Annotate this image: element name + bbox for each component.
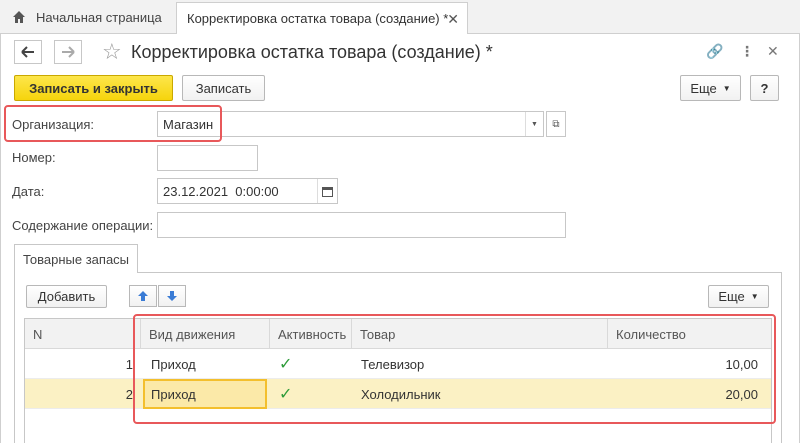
more-button[interactable]: Еще ▼	[680, 75, 741, 101]
close-icon[interactable]: ✕	[447, 11, 459, 28]
highlight-box-table	[133, 314, 776, 424]
dropdown-icon[interactable]: ▼	[525, 112, 543, 136]
page-title: Корректировка остатка товара (создание) …	[131, 42, 493, 62]
chevron-down-icon: ▼	[750, 292, 759, 301]
more-vertical-icon[interactable]: ⋮	[740, 43, 754, 60]
tab-home[interactable]: Начальная страница	[0, 0, 172, 34]
number-field[interactable]	[157, 145, 258, 171]
number-label: Номер:	[12, 150, 56, 165]
row-number: 2	[125, 386, 133, 402]
row-number: 1	[125, 356, 133, 372]
tab-document[interactable]: Корректировка остатка товара (создание) …	[176, 2, 468, 34]
highlight-box-org	[4, 105, 222, 142]
tab-document-label: Корректировка остатка товара (создание) …	[187, 11, 449, 26]
tab-goods-stock[interactable]: Товарные запасы	[14, 244, 138, 273]
column-header-n[interactable]: N	[25, 319, 141, 349]
save-button[interactable]: Записать	[182, 75, 265, 101]
tab-home-label: Начальная страница	[36, 9, 162, 25]
home-icon	[13, 11, 25, 23]
tab-bar: Начальная страница Корректировка остатка…	[0, 0, 800, 34]
content-field[interactable]	[157, 212, 566, 238]
back-button[interactable]	[14, 40, 42, 64]
open-org-button[interactable]: ⧉	[546, 111, 566, 137]
arrow-right-icon	[62, 46, 75, 58]
arrow-down-icon	[167, 291, 177, 301]
star-icon[interactable]: ☆	[102, 40, 122, 64]
save-and-close-button[interactable]: Записать и закрыть	[14, 75, 173, 101]
table-more-label: Еще	[718, 289, 745, 304]
add-button[interactable]: Добавить	[26, 285, 107, 308]
help-button[interactable]: ?	[750, 75, 779, 101]
close-icon[interactable]: ✕	[767, 43, 779, 60]
forward-button[interactable]	[54, 40, 82, 64]
arrow-up-icon	[138, 291, 148, 301]
calendar-icon[interactable]	[317, 179, 337, 203]
table-more-button[interactable]: Еще ▼	[708, 285, 769, 308]
move-up-button[interactable]	[129, 285, 157, 307]
date-value: 23.12.2021 0:00:00	[163, 183, 279, 199]
link-icon[interactable]: 🔗	[706, 43, 723, 60]
date-label: Дата:	[12, 184, 45, 199]
date-field[interactable]: 23.12.2021 0:00:00	[157, 178, 338, 204]
arrow-left-icon	[21, 46, 34, 58]
more-label: Еще	[690, 80, 717, 96]
content-label: Содержание операции:	[12, 218, 154, 233]
move-down-button[interactable]	[158, 285, 186, 307]
open-icon: ⧉	[552, 118, 560, 130]
chevron-down-icon: ▼	[722, 83, 731, 93]
